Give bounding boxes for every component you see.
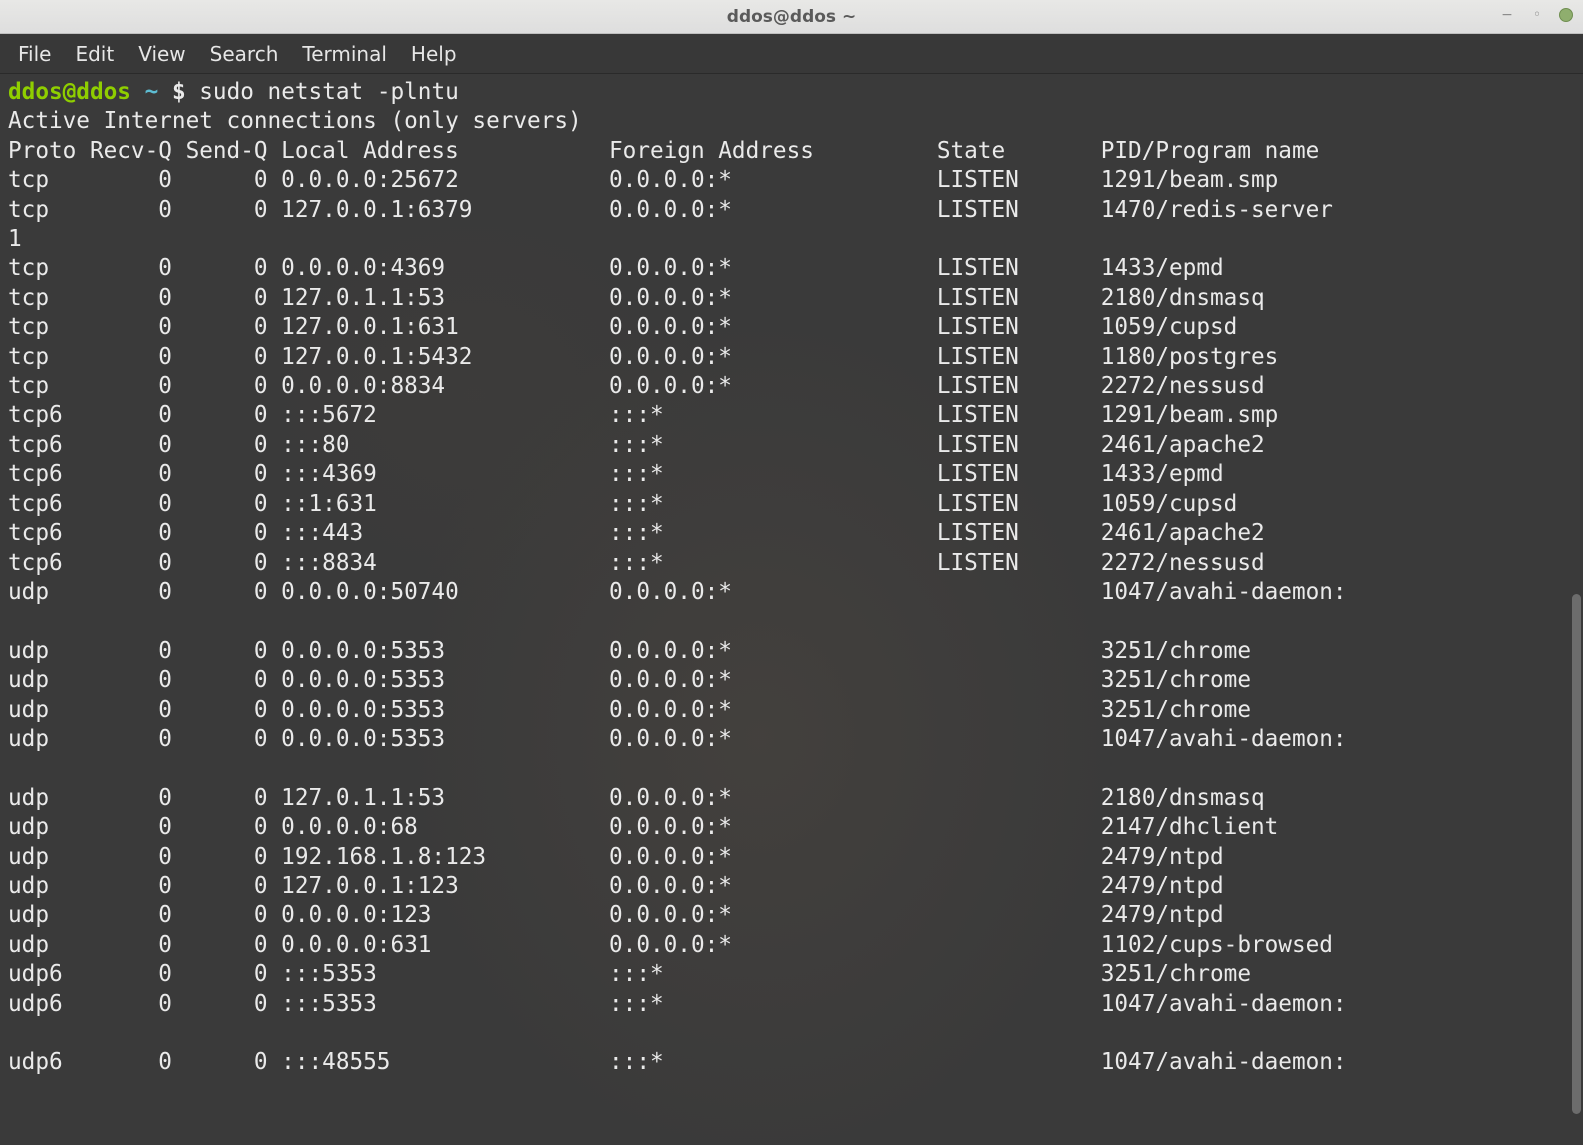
netstat-row-wrap [8,1020,22,1046]
netstat-row-wrap [8,755,22,781]
netstat-row: tcp6 0 0 :::8834 :::* LISTEN 2272/nessus… [8,550,1265,576]
menu-view[interactable]: View [126,36,197,72]
window-titlebar: ddos@ddos ~ − ◦ [0,0,1583,34]
netstat-row: udp 0 0 127.0.1.1:53 0.0.0.0:* 2180/dnsm… [8,785,1265,811]
terminal-output[interactable]: ddos@ddos ~ $ sudo netstat -plntu Active… [0,74,1583,1115]
netstat-row: tcp6 0 0 :::443 :::* LISTEN 2461/apache2 [8,520,1265,546]
netstat-row: tcp 0 0 127.0.0.1:631 0.0.0.0:* LISTEN 1… [8,314,1237,340]
netstat-row: udp 0 0 127.0.0.1:123 0.0.0.0:* 2479/ntp… [8,873,1224,899]
netstat-row: udp 0 0 0.0.0.0:50740 0.0.0.0:* 1047/ava… [8,579,1347,605]
netstat-row: tcp6 0 0 :::4369 :::* LISTEN 1433/epmd [8,461,1224,487]
window-title: ddos@ddos ~ [727,7,856,27]
prompt-path: ~ [145,79,159,105]
window-controls: − ◦ [1499,7,1573,23]
netstat-row: udp 0 0 0.0.0.0:5353 0.0.0.0:* 3251/chro… [8,667,1251,693]
netstat-row: udp 0 0 192.168.1.8:123 0.0.0.0:* 2479/n… [8,844,1224,870]
netstat-row: udp 0 0 0.0.0.0:68 0.0.0.0:* 2147/dhclie… [8,814,1278,840]
minimize-icon[interactable]: − [1499,7,1515,23]
netstat-row: tcp 0 0 0.0.0.0:4369 0.0.0.0:* LISTEN 14… [8,255,1224,281]
close-icon[interactable] [1559,8,1573,22]
netstat-row: tcp 0 0 127.0.1.1:53 0.0.0.0:* LISTEN 21… [8,285,1265,311]
netstat-row: udp6 0 0 :::5353 :::* 3251/chrome [8,961,1251,987]
netstat-row: tcp6 0 0 :::80 :::* LISTEN 2461/apache2 [8,432,1265,458]
output-header: Active Internet connections (only server… [8,108,582,134]
netstat-row: tcp 0 0 0.0.0.0:8834 0.0.0.0:* LISTEN 22… [8,373,1265,399]
menu-help[interactable]: Help [399,36,469,72]
vertical-scrollbar[interactable] [1572,594,1581,1114]
output-columns: Proto Recv-Q Send-Q Local Address Foreig… [8,138,1319,164]
netstat-row: tcp6 0 0 :::5672 :::* LISTEN 1291/beam.s… [8,402,1278,428]
menu-file[interactable]: File [6,36,63,72]
menu-terminal[interactable]: Terminal [290,36,399,72]
netstat-row: tcp 0 0 0.0.0.0:25672 0.0.0.0:* LISTEN 1… [8,167,1278,193]
menu-edit[interactable]: Edit [63,36,126,72]
netstat-row: udp6 0 0 :::48555 :::* 1047/avahi-daemon… [8,1049,1347,1075]
prompt-user-host: ddos@ddos [8,79,131,105]
menu-search[interactable]: Search [198,36,291,72]
terminal-area[interactable]: ddos@ddos ~ $ sudo netstat -plntu Active… [0,74,1583,1145]
maximize-icon[interactable]: ◦ [1529,7,1545,23]
prompt-sep [131,79,145,105]
netstat-row: udp6 0 0 :::5353 :::* 1047/avahi-daemon: [8,991,1347,1017]
menu-bar: File Edit View Search Terminal Help [0,34,1583,74]
netstat-row: udp 0 0 0.0.0.0:5353 0.0.0.0:* 3251/chro… [8,697,1251,723]
netstat-row: udp 0 0 0.0.0.0:123 0.0.0.0:* 2479/ntpd [8,902,1224,928]
netstat-row-wrap [8,608,22,634]
netstat-row: udp 0 0 0.0.0.0:631 0.0.0.0:* 1102/cups-… [8,932,1333,958]
netstat-row: udp 0 0 0.0.0.0:5353 0.0.0.0:* 1047/avah… [8,726,1347,752]
netstat-row: tcp 0 0 127.0.0.1:5432 0.0.0.0:* LISTEN … [8,344,1278,370]
netstat-row: tcp6 0 0 ::1:631 :::* LISTEN 1059/cupsd [8,491,1237,517]
netstat-row-wrap [8,1079,22,1105]
netstat-row: tcp 0 0 127.0.0.1:6379 0.0.0.0:* LISTEN … [8,197,1333,223]
netstat-row: udp 0 0 0.0.0.0:5353 0.0.0.0:* 3251/chro… [8,638,1251,664]
prompt-command: sudo netstat -plntu [199,79,459,105]
prompt-symbol: $ [158,79,199,105]
netstat-row-wrap: 1 [8,226,22,252]
